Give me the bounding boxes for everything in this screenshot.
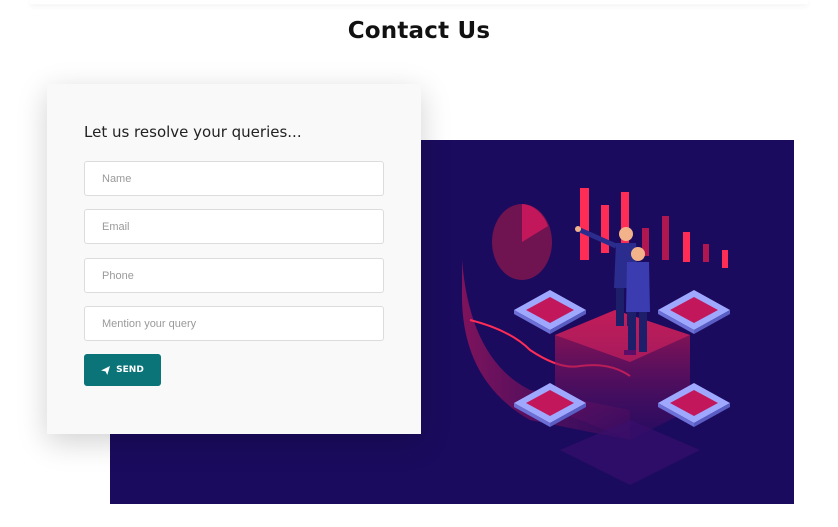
email-field[interactable]: [84, 209, 384, 244]
phone-field[interactable]: [84, 258, 384, 293]
query-field[interactable]: [84, 306, 384, 341]
form-heading: Let us resolve your queries...: [84, 123, 302, 141]
send-button[interactable]: SEND: [84, 354, 161, 386]
name-field[interactable]: [84, 161, 384, 196]
paper-plane-icon: [101, 365, 111, 375]
page-title: Contact Us: [347, 18, 491, 44]
send-label: SEND: [116, 365, 144, 375]
top-divider: [30, 0, 808, 4]
contact-form-card: Let us resolve your queries... SEND: [47, 84, 421, 434]
